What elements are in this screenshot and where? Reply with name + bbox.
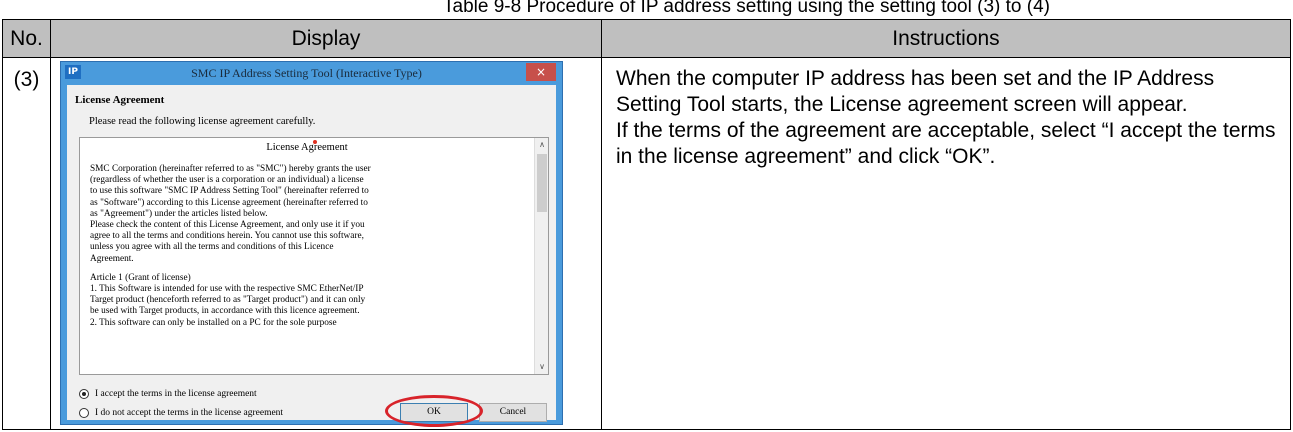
dialog-prompt: Please read the following license agreem… xyxy=(89,116,316,127)
dialog-body: License Agreement Please read the follow… xyxy=(67,85,556,427)
app-icon: IP xyxy=(65,65,81,79)
accept-radio[interactable] xyxy=(79,389,89,399)
license-line: unless you agree with all the terms and … xyxy=(90,242,334,253)
header-display: Display xyxy=(50,19,602,58)
display-cell: IP SMC IP Address Setting Tool (Interact… xyxy=(50,57,602,430)
license-line: Article 1 (Grant of license) xyxy=(90,272,191,283)
license-scrollbar[interactable]: ∧ ∨ xyxy=(534,138,548,374)
license-line: to use this software "SMC IP Address Set… xyxy=(90,186,369,197)
license-line: 1. This Software is intended for use wit… xyxy=(90,284,364,295)
table-row: (3) IP SMC IP Address Setting Tool (Inte… xyxy=(2,57,1291,430)
dialog-heading: License Agreement xyxy=(75,94,165,106)
row-number: (3) xyxy=(2,57,51,430)
instruction-paragraph: When the computer IP address has been se… xyxy=(616,67,1215,116)
license-line: (regardless of whether the user is a cor… xyxy=(90,175,364,186)
license-line: be used with Target products, in accorda… xyxy=(90,306,360,317)
accept-radio-option[interactable]: I accept the terms in the license agreem… xyxy=(79,389,257,399)
license-line xyxy=(90,265,535,273)
license-dialog-screenshot: IP SMC IP Address Setting Tool (Interact… xyxy=(60,61,563,427)
license-line: 2. This software can only be installed o… xyxy=(90,317,337,328)
scroll-up-icon[interactable]: ∧ xyxy=(535,138,548,152)
instructions-cell: When the computer IP address has been se… xyxy=(601,57,1291,430)
header-row: No. Display Instructions xyxy=(2,19,1291,58)
accept-label: I accept the terms in the license agreem… xyxy=(95,389,257,399)
decline-radio-option[interactable]: I do not accept the terms in the license… xyxy=(79,408,283,418)
page-header: Table 9-8 Procedure of IP address settin… xyxy=(443,0,1050,17)
license-body: SMC Corporation (hereinafter referred to… xyxy=(90,164,535,329)
decline-label: I do not accept the terms in the license… xyxy=(95,408,284,418)
header-no: No. xyxy=(2,19,51,58)
license-line: as "Software") according to this License… xyxy=(90,197,368,208)
procedure-table: No. Display Instructions (3) IP SMC IP A… xyxy=(2,19,1291,430)
ok-highlight-ellipse xyxy=(385,395,483,427)
license-line: Target product (henceforth referred to a… xyxy=(90,295,366,306)
license-line: Agreement. xyxy=(90,253,134,264)
decline-radio[interactable] xyxy=(79,408,89,418)
instruction-paragraph: If the terms of the agreement are accept… xyxy=(616,119,1276,168)
cancel-button[interactable]: Cancel xyxy=(479,403,547,422)
scroll-thumb[interactable] xyxy=(537,154,547,212)
license-line: agree to all the terms and conditions he… xyxy=(90,231,364,242)
cursor-marker xyxy=(313,140,317,144)
license-title: License Agreement xyxy=(266,142,348,153)
header-instructions: Instructions xyxy=(601,19,1291,58)
dialog-title: SMC IP Address Setting Tool (Interactive… xyxy=(191,66,422,80)
license-line: Please check the content of this License… xyxy=(90,220,365,231)
license-text-box[interactable]: License Agreement SMC Corporation (herei… xyxy=(79,137,549,375)
license-line: SMC Corporation (hereinafter referred to… xyxy=(90,164,371,174)
close-icon[interactable]: × xyxy=(526,63,556,81)
license-line: as "Agreement") under the articles liste… xyxy=(90,208,268,219)
dialog-titlebar: IP SMC IP Address Setting Tool (Interact… xyxy=(61,62,562,84)
scroll-down-icon[interactable]: ∨ xyxy=(535,360,548,374)
